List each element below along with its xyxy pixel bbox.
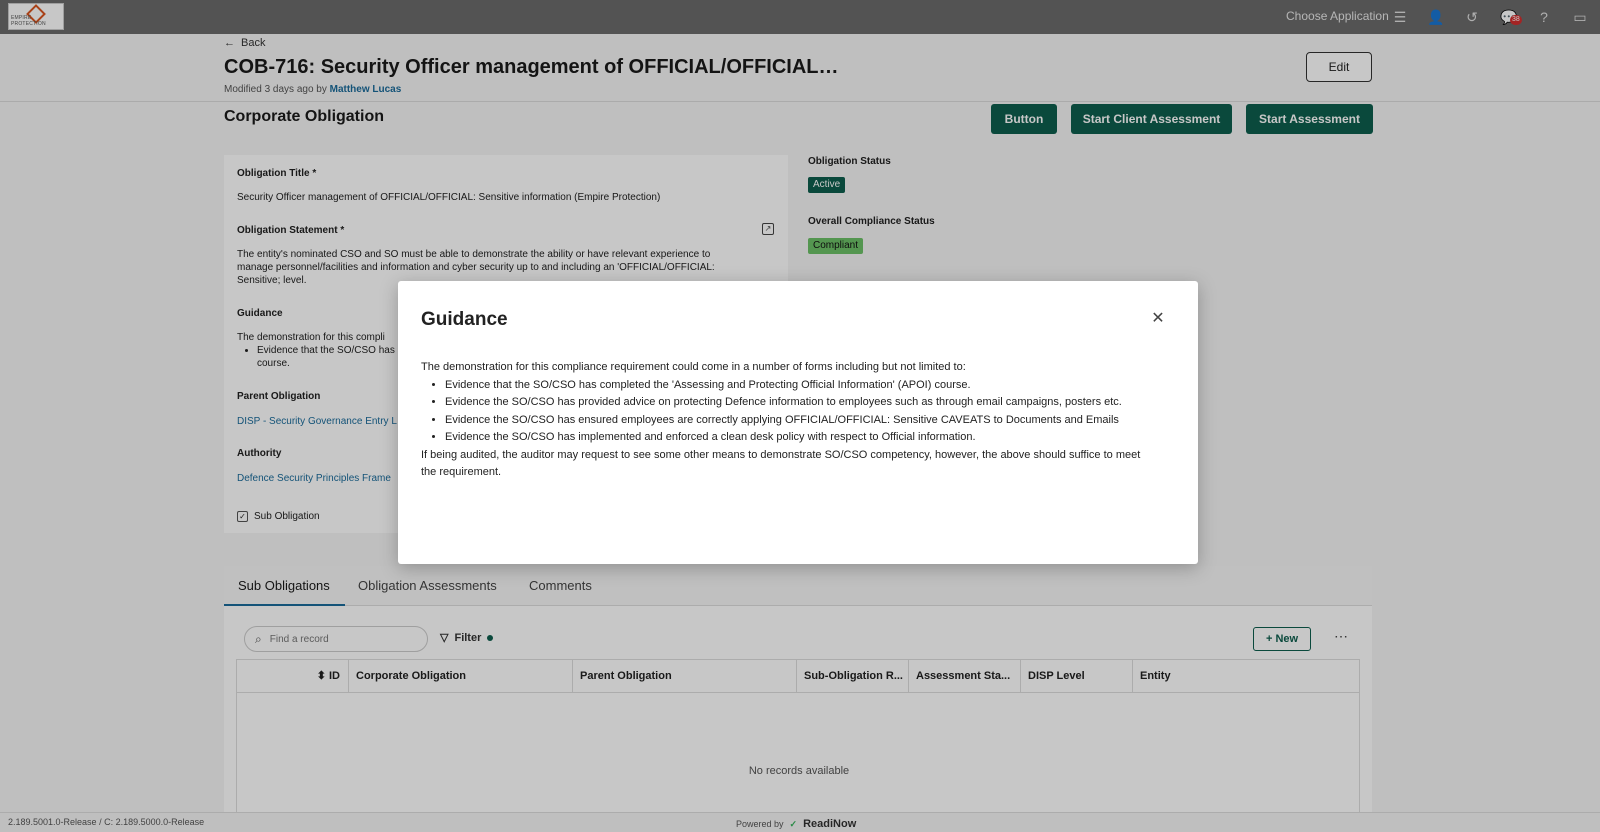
list-item: Evidence the SO/CSO has ensured employee…	[445, 412, 1151, 430]
guidance-modal: Guidance ✕ The demonstration for this co…	[398, 281, 1198, 564]
guidance-list: Evidence that the SO/CSO has completed t…	[445, 377, 1151, 447]
modal-title: Guidance	[421, 309, 508, 330]
list-item: Evidence that the SO/CSO has completed t…	[445, 377, 1151, 395]
modal-body: The demonstration for this compliance re…	[421, 359, 1151, 482]
list-item: Evidence the SO/CSO has implemented and …	[445, 429, 1151, 447]
close-icon[interactable]: ✕	[1150, 311, 1166, 327]
list-item: Evidence the SO/CSO has provided advice …	[445, 394, 1151, 412]
guidance-intro: The demonstration for this compliance re…	[421, 361, 966, 373]
guidance-outro: If being audited, the auditor may reques…	[421, 448, 1141, 479]
